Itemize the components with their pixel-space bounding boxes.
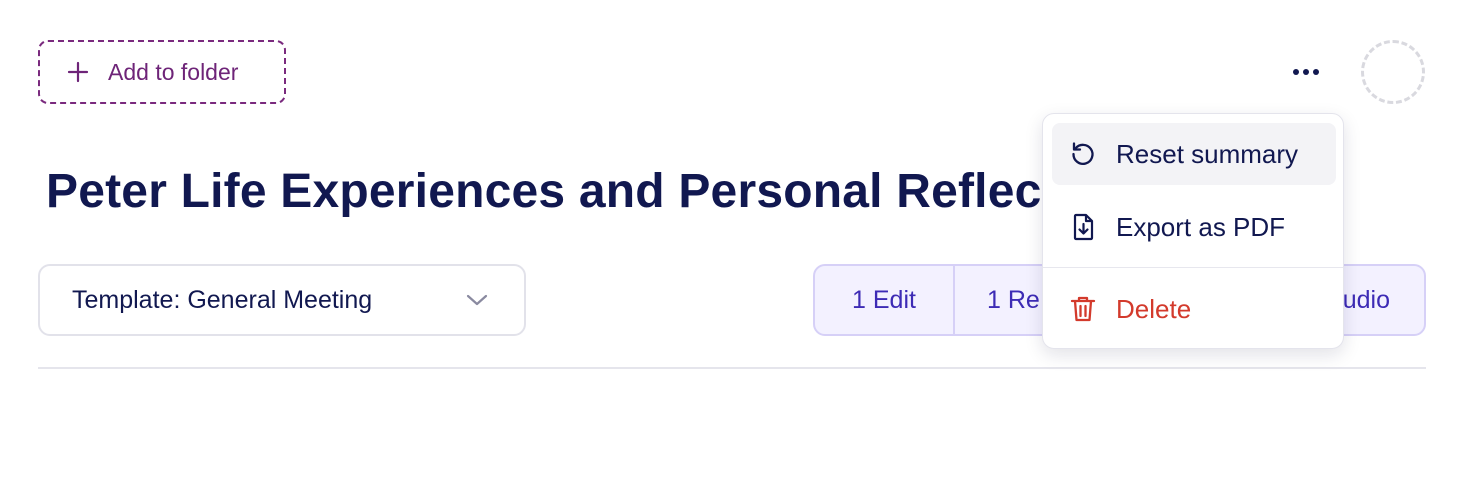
add-to-folder-label: Add to folder xyxy=(108,58,239,85)
chevron-down-icon xyxy=(466,294,488,306)
section-divider xyxy=(38,367,1426,369)
add-to-folder-button[interactable]: Add to folder xyxy=(38,40,286,104)
ellipsis-icon xyxy=(1293,69,1319,75)
trash-icon xyxy=(1070,296,1096,322)
page-title: Peter Life Experiences and Personal Refl… xyxy=(46,165,1158,218)
avatar[interactable] xyxy=(1361,40,1425,104)
menu-item-delete[interactable]: Delete xyxy=(1052,278,1336,340)
menu-item-export-pdf[interactable]: Export as PDF xyxy=(1052,196,1336,258)
template-select-value: Template: General Meeting xyxy=(72,285,373,314)
menu-separator xyxy=(1043,267,1343,268)
menu-item-reset-summary[interactable]: Reset summary xyxy=(1052,123,1336,185)
tab-edit[interactable]: 1 Edit xyxy=(815,266,955,334)
plus-icon xyxy=(67,61,89,83)
tab-audio[interactable]: udio xyxy=(1343,266,1424,334)
file-download-icon xyxy=(1073,213,1094,241)
options-menu: Reset summary Export as PDF Delete xyxy=(1042,113,1344,349)
more-options-button[interactable] xyxy=(1284,56,1328,88)
template-select[interactable]: Template: General Meeting xyxy=(38,264,526,336)
reset-icon xyxy=(1072,142,1094,165)
